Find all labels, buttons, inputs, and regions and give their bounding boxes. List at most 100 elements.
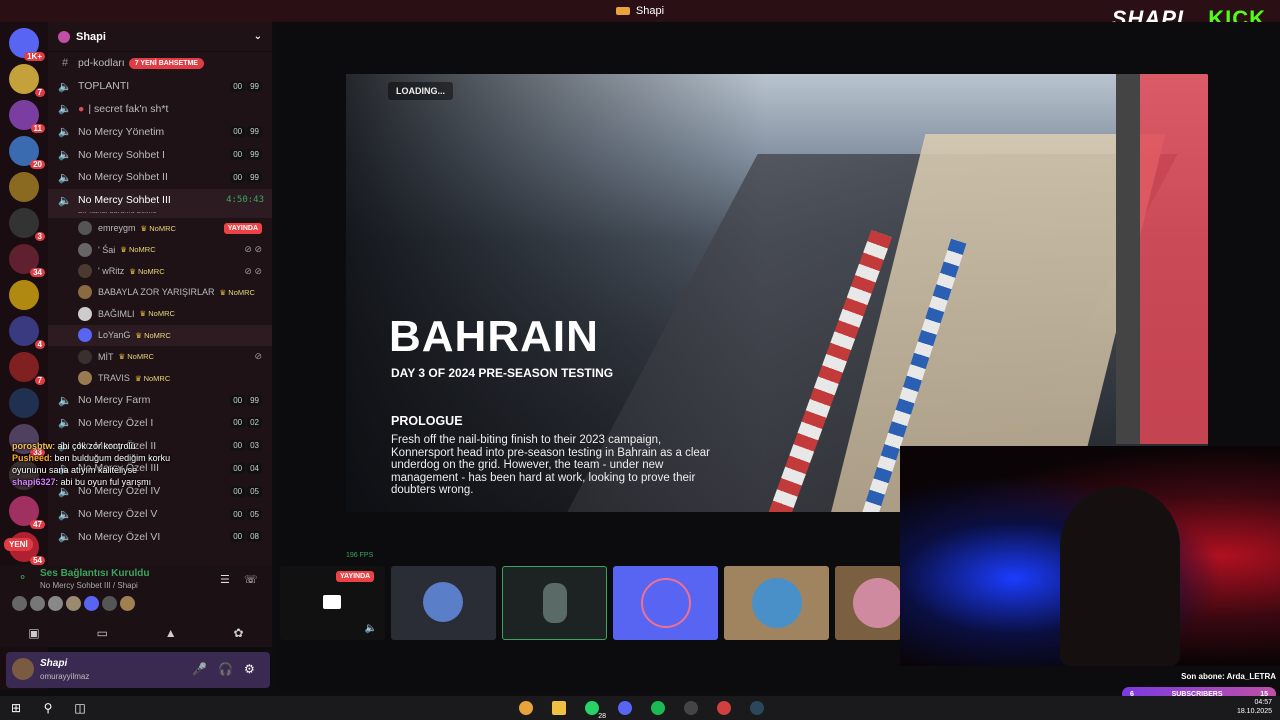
server-icon[interactable]: 4 [9,316,45,349]
server-icon[interactable]: 7 [9,352,45,385]
volume-icon[interactable]: 🔈 [365,623,377,634]
avatar[interactable] [12,658,34,680]
voice-user[interactable]: ' Śai ♛ NoMRC ⊘ ⊘ [48,239,272,260]
camera-off-icon[interactable]: ▣ [28,626,39,640]
signal-icon[interactable]: ⚬ [18,571,27,584]
participant-tile[interactable] [724,566,829,640]
channel-item[interactable]: 🔈 No Mercy Özel V 00 05 [48,503,272,526]
chevron-down-icon[interactable]: ⌄ [254,31,262,42]
windows-start-icon[interactable]: ⊞ [4,696,28,720]
obs-icon[interactable] [679,696,703,720]
loading-label: LOADING... [388,82,453,100]
stream-tile[interactable]: YAYINDA 🔈 [280,566,385,640]
crown-icon: ♛ [134,373,142,383]
voice-user[interactable]: MİT ♛ NoMRC ⊘ [48,346,272,367]
whatsapp-icon[interactable]: 28 [580,696,606,720]
avatar [752,578,802,628]
avatar [853,578,901,628]
user-name: emreygm [98,223,136,234]
channel-item[interactable]: 🔈 ● | secret fak'n sh*t [48,98,272,121]
channel-item-active[interactable]: 🔈 No Mercy Sohbet III 4:50:43 [48,188,272,212]
server-icon[interactable]: 20 [9,136,45,169]
avatar[interactable] [48,596,63,611]
screen-share-icon[interactable]: ▭ [97,626,108,640]
discord-icon[interactable] [613,696,637,720]
microphone-icon[interactable]: 🎤 [192,662,207,676]
voice-channel: No Mercy Sohbet III / Shapi [40,581,138,590]
soundboard-icon[interactable]: ✿ [233,626,243,640]
user-name: TRAVIS [98,373,130,383]
user-count: 00 [230,394,246,406]
user-role: NoMRC [127,352,154,362]
channel-name: pd-kodları [78,57,125,70]
channel-item[interactable]: 🔈 No Mercy Özel VI 00 08 [48,525,272,548]
search-icon[interactable]: ⚲ [36,696,60,720]
server-icon[interactable] [9,280,39,310]
voice-user[interactable]: BABAYLA ZOR YARIŞIRLAR ♛ NoMRC [48,282,272,303]
avatar[interactable] [30,596,45,611]
voice-user[interactable]: TRAVIS ♛ NoMRC [48,367,272,388]
disconnect-icon[interactable]: ☏ [244,573,258,586]
crown-icon: ♛ [139,309,147,319]
avatar[interactable] [84,596,99,611]
server-icon[interactable] [9,172,39,202]
voice-user[interactable]: ' wRitz ♛ NoMRC ⊘ ⊘ [48,260,272,281]
headphones-icon[interactable]: 🎧 [218,662,233,676]
avatar [78,221,92,236]
soundboard-icon[interactable]: ☰ [220,573,230,586]
channel-item[interactable]: 🔈 No Mercy Özel I 00 02 [48,412,272,435]
voice-status[interactable]: Ses Bağlantısı Kuruldu [40,568,272,579]
unread-badge: 7 [34,88,45,97]
voice-user[interactable]: BAĞIMLI ♛ NoMRC [48,303,272,324]
voice-timer: 4:50:43 [226,195,264,206]
avatar[interactable] [66,596,81,611]
taskbar: ⊞ ⚲ ◫ 28 04:57 18.10.2025 [0,696,1280,720]
speaker-icon: 🔈 [58,508,72,521]
unread-badge: 7 [34,376,45,385]
participant-tile[interactable] [391,566,496,640]
voice-user[interactable]: LoYanG ♛ NoMRC [48,324,272,346]
system-clock[interactable]: 04:57 18.10.2025 [1237,698,1272,716]
user-role: NoMRC [137,266,165,276]
channel-item[interactable]: 🔈 No Mercy Farm 00 99 [48,389,272,412]
channel-item[interactable]: # pd-kodları 7 YENİ BAHSETME [48,52,272,75]
user-limit: 99 [247,126,262,138]
chat-message: Pusheed: ben bulduğum dediğim korku [12,452,272,464]
live-badge: YAYINDA [336,571,375,582]
user-count: 00 [230,80,246,92]
channel-item[interactable]: 🔈 No Mercy Sohbet II 00 99 [48,166,272,189]
user-name: Shapi [40,658,68,669]
avatar[interactable] [102,596,117,611]
app-logo-icon [615,7,630,15]
channel-item[interactable]: 🔈 No Mercy Yönetim 00 99 [48,120,272,143]
server-icon[interactable] [9,388,39,418]
avatar[interactable] [12,596,27,611]
discord-home-icon[interactable]: 1K+ [9,28,45,61]
steam-icon[interactable] [745,696,769,720]
channel-item[interactable]: 🔈 TOPLANTI 00 99 [48,75,272,98]
participant-tile[interactable] [835,566,901,640]
server-icon[interactable]: 7 [9,64,45,97]
user-count: 00 [230,508,246,520]
server-icon[interactable]: 11 [9,100,45,133]
folder-icon[interactable] [547,696,571,720]
voice-user[interactable]: emreygm ♛ NoMRC YAYINDA [48,218,272,239]
channel-item[interactable]: 🔈 No Mercy Sohbet I 00 99 [48,143,272,166]
participant-tile[interactable] [502,566,607,640]
server-icon[interactable]: 47 [9,496,45,529]
new-badge[interactable]: YENİ [4,538,33,551]
activity-icon[interactable]: ▲ [165,626,177,640]
chrome-icon[interactable] [712,696,736,720]
avatar[interactable] [120,596,135,611]
server-icon[interactable]: 34 [9,244,45,277]
gear-icon[interactable]: ⚙ [244,662,255,676]
user-role: NoMRC [143,373,171,383]
avatar [78,328,92,343]
participant-tile[interactable] [613,566,718,640]
chrome-icon[interactable] [514,696,538,720]
server-header[interactable]: Shapi ⌄ [48,22,272,52]
task-view-icon[interactable]: ◫ [68,696,92,720]
spotify-icon[interactable] [646,696,670,720]
server-icon[interactable]: 3 [9,208,45,241]
unread-badge: 54 [30,556,45,565]
